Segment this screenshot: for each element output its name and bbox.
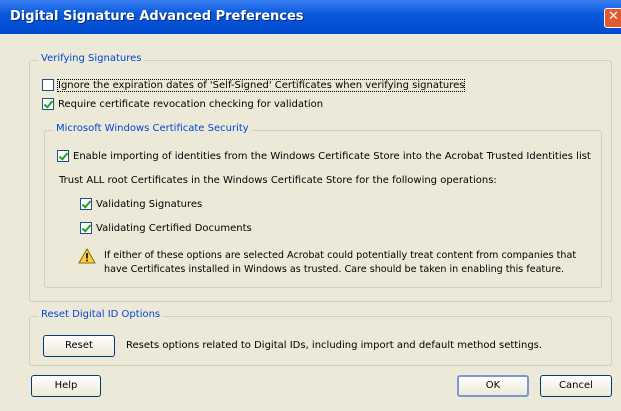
help-button-label: Help	[54, 380, 78, 391]
warning-icon	[78, 248, 96, 264]
warning-text-line1: If either of these options are selected …	[104, 250, 577, 261]
help-button[interactable]: Help	[31, 375, 101, 397]
validating-signatures-checkbox[interactable]	[80, 198, 92, 210]
cancel-button[interactable]: Cancel	[540, 375, 612, 397]
ok-button-label: OK	[485, 380, 501, 391]
cancel-button-label: Cancel	[559, 380, 593, 391]
ok-button[interactable]: OK	[457, 375, 529, 397]
verifying-signatures-legend: Verifying Signatures	[38, 53, 145, 64]
require-revocation-checkbox[interactable]	[42, 98, 54, 110]
close-button[interactable]: ✕	[604, 8, 621, 28]
validating-certified-label[interactable]: Validating Certified Documents	[96, 223, 252, 234]
window-title: Digital Signature Advanced Preferences	[10, 9, 304, 24]
validating-certified-checkbox[interactable]	[80, 222, 92, 234]
trust-root-text: Trust ALL root Certificates in the Windo…	[59, 175, 497, 186]
reset-button[interactable]: Reset	[43, 335, 115, 357]
ms-certificate-security-legend: Microsoft Windows Certificate Security	[53, 123, 252, 134]
validating-certified-checkbox-row[interactable]: Validating Certified Documents	[80, 222, 252, 234]
ignore-expiration-checkbox[interactable]	[42, 79, 54, 91]
reset-digital-id-legend: Reset Digital ID Options	[38, 309, 164, 320]
require-revocation-checkbox-row[interactable]: Require certificate revocation checking …	[42, 98, 323, 110]
enable-import-checkbox-row[interactable]: Enable importing of identities from the …	[57, 150, 591, 162]
reset-description: Resets options related to Digital IDs, i…	[126, 340, 543, 351]
ignore-expiration-checkbox-row[interactable]: Ignore the expiration dates of 'Self-Sig…	[42, 78, 466, 92]
close-icon: ✕	[608, 9, 619, 24]
title-bar[interactable]: Digital Signature Advanced Preferences ✕	[0, 0, 621, 34]
validating-signatures-label[interactable]: Validating Signatures	[96, 199, 202, 210]
ignore-expiration-label[interactable]: Ignore the expiration dates of 'Self-Sig…	[56, 78, 466, 92]
enable-import-label[interactable]: Enable importing of identities from the …	[73, 151, 591, 162]
validating-signatures-checkbox-row[interactable]: Validating Signatures	[80, 198, 202, 210]
dialog-window: Digital Signature Advanced Preferences ✕…	[0, 0, 621, 411]
warning-text-line2: have Certificates installed in Windows a…	[104, 264, 565, 275]
reset-button-label: Reset	[65, 340, 93, 351]
enable-import-checkbox[interactable]	[57, 150, 69, 162]
require-revocation-label[interactable]: Require certificate revocation checking …	[58, 99, 323, 110]
